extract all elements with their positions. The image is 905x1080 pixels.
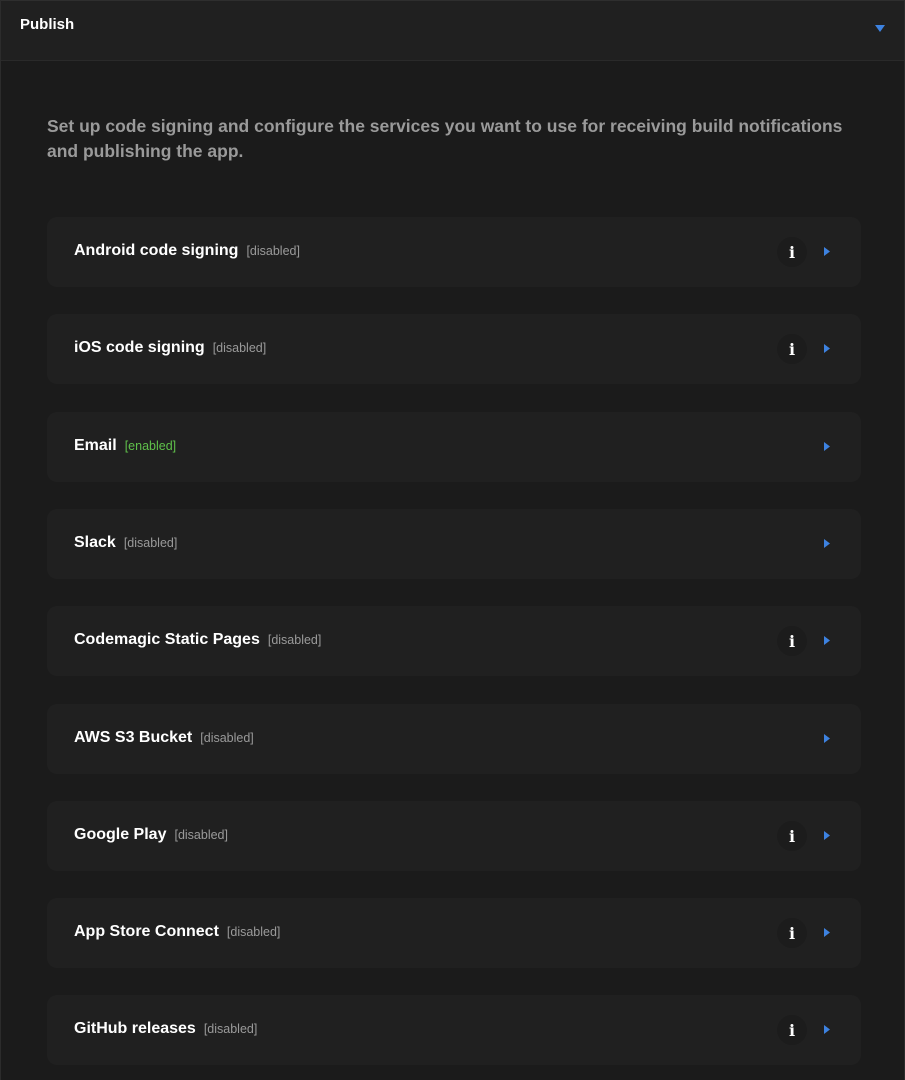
info-icon[interactable]: i	[777, 334, 807, 364]
chevron-right-icon[interactable]	[823, 733, 831, 744]
integration-row-email[interactable]: Email [enabled]	[47, 412, 861, 482]
chevron-right-icon[interactable]	[823, 830, 831, 841]
status-badge: [enabled]	[124, 439, 177, 453]
integration-row-app-store-connect[interactable]: App Store Connect [disabled] i	[47, 898, 861, 968]
info-icon[interactable]: i	[777, 626, 807, 656]
status-badge: [disabled]	[123, 536, 178, 550]
publish-section-header[interactable]: Publish	[1, 0, 904, 61]
chevron-right-icon[interactable]	[823, 1024, 831, 1035]
status-badge: [disabled]	[203, 1022, 258, 1036]
chevron-right-icon[interactable]	[823, 246, 831, 257]
integration-name-label: GitHub releases	[74, 1020, 196, 1037]
integration-name-label: Google Play	[74, 826, 167, 843]
integration-name: App Store Connect [disabled]	[74, 923, 280, 941]
integration-name: Codemagic Static Pages [disabled]	[74, 631, 321, 649]
integration-name-label: AWS S3 Bucket	[74, 729, 193, 746]
integration-row-ios-code-signing[interactable]: iOS code signing [disabled] i	[47, 314, 861, 384]
status-badge: [disabled]	[267, 633, 322, 647]
section-title: Publish	[20, 16, 75, 33]
info-icon[interactable]: i	[777, 1015, 807, 1045]
integration-row-codemagic-static-pages[interactable]: Codemagic Static Pages [disabled] i	[47, 606, 861, 676]
integration-row-aws-s3-bucket[interactable]: AWS S3 Bucket [disabled]	[47, 704, 861, 774]
integration-name: iOS code signing [disabled]	[74, 339, 266, 357]
integration-name-label: Slack	[74, 534, 116, 551]
integration-name: Google Play [disabled]	[74, 826, 228, 844]
integration-name-label: Codemagic Static Pages	[74, 631, 260, 648]
integration-row-android-code-signing[interactable]: Android code signing [disabled] i	[47, 217, 861, 287]
chevron-right-icon[interactable]	[823, 441, 831, 452]
caret-down-icon[interactable]	[874, 23, 886, 33]
integration-name-label: Email	[74, 437, 117, 454]
status-badge: [disabled]	[226, 925, 281, 939]
status-badge: [disabled]	[246, 244, 300, 258]
section-description: Set up code signing and configure the se…	[47, 116, 843, 161]
chevron-right-icon[interactable]	[823, 635, 831, 646]
info-icon[interactable]: i	[777, 237, 807, 267]
status-badge: [disabled]	[174, 828, 228, 842]
status-badge: [disabled]	[200, 731, 254, 745]
integration-name-label: iOS code signing	[74, 339, 205, 356]
chevron-right-icon[interactable]	[823, 927, 831, 938]
integration-row-github-releases[interactable]: GitHub releases [disabled] i	[47, 995, 861, 1065]
info-icon[interactable]: i	[777, 821, 807, 851]
integration-name: Email [enabled]	[74, 437, 176, 455]
integration-name: GitHub releases [disabled]	[74, 1020, 257, 1038]
status-badge: [disabled]	[212, 341, 267, 355]
integration-name-label: App Store Connect	[74, 923, 219, 940]
integration-name-label: Android code signing	[74, 242, 239, 259]
chevron-right-icon[interactable]	[823, 343, 831, 354]
integration-name: Slack [disabled]	[74, 534, 177, 552]
integration-row-slack[interactable]: Slack [disabled]	[47, 509, 861, 579]
integration-name: Android code signing [disabled]	[74, 242, 300, 260]
integration-row-google-play[interactable]: Google Play [disabled] i	[47, 801, 861, 871]
integration-name: AWS S3 Bucket [disabled]	[74, 729, 254, 747]
chevron-right-icon[interactable]	[823, 538, 831, 549]
info-icon[interactable]: i	[777, 918, 807, 948]
